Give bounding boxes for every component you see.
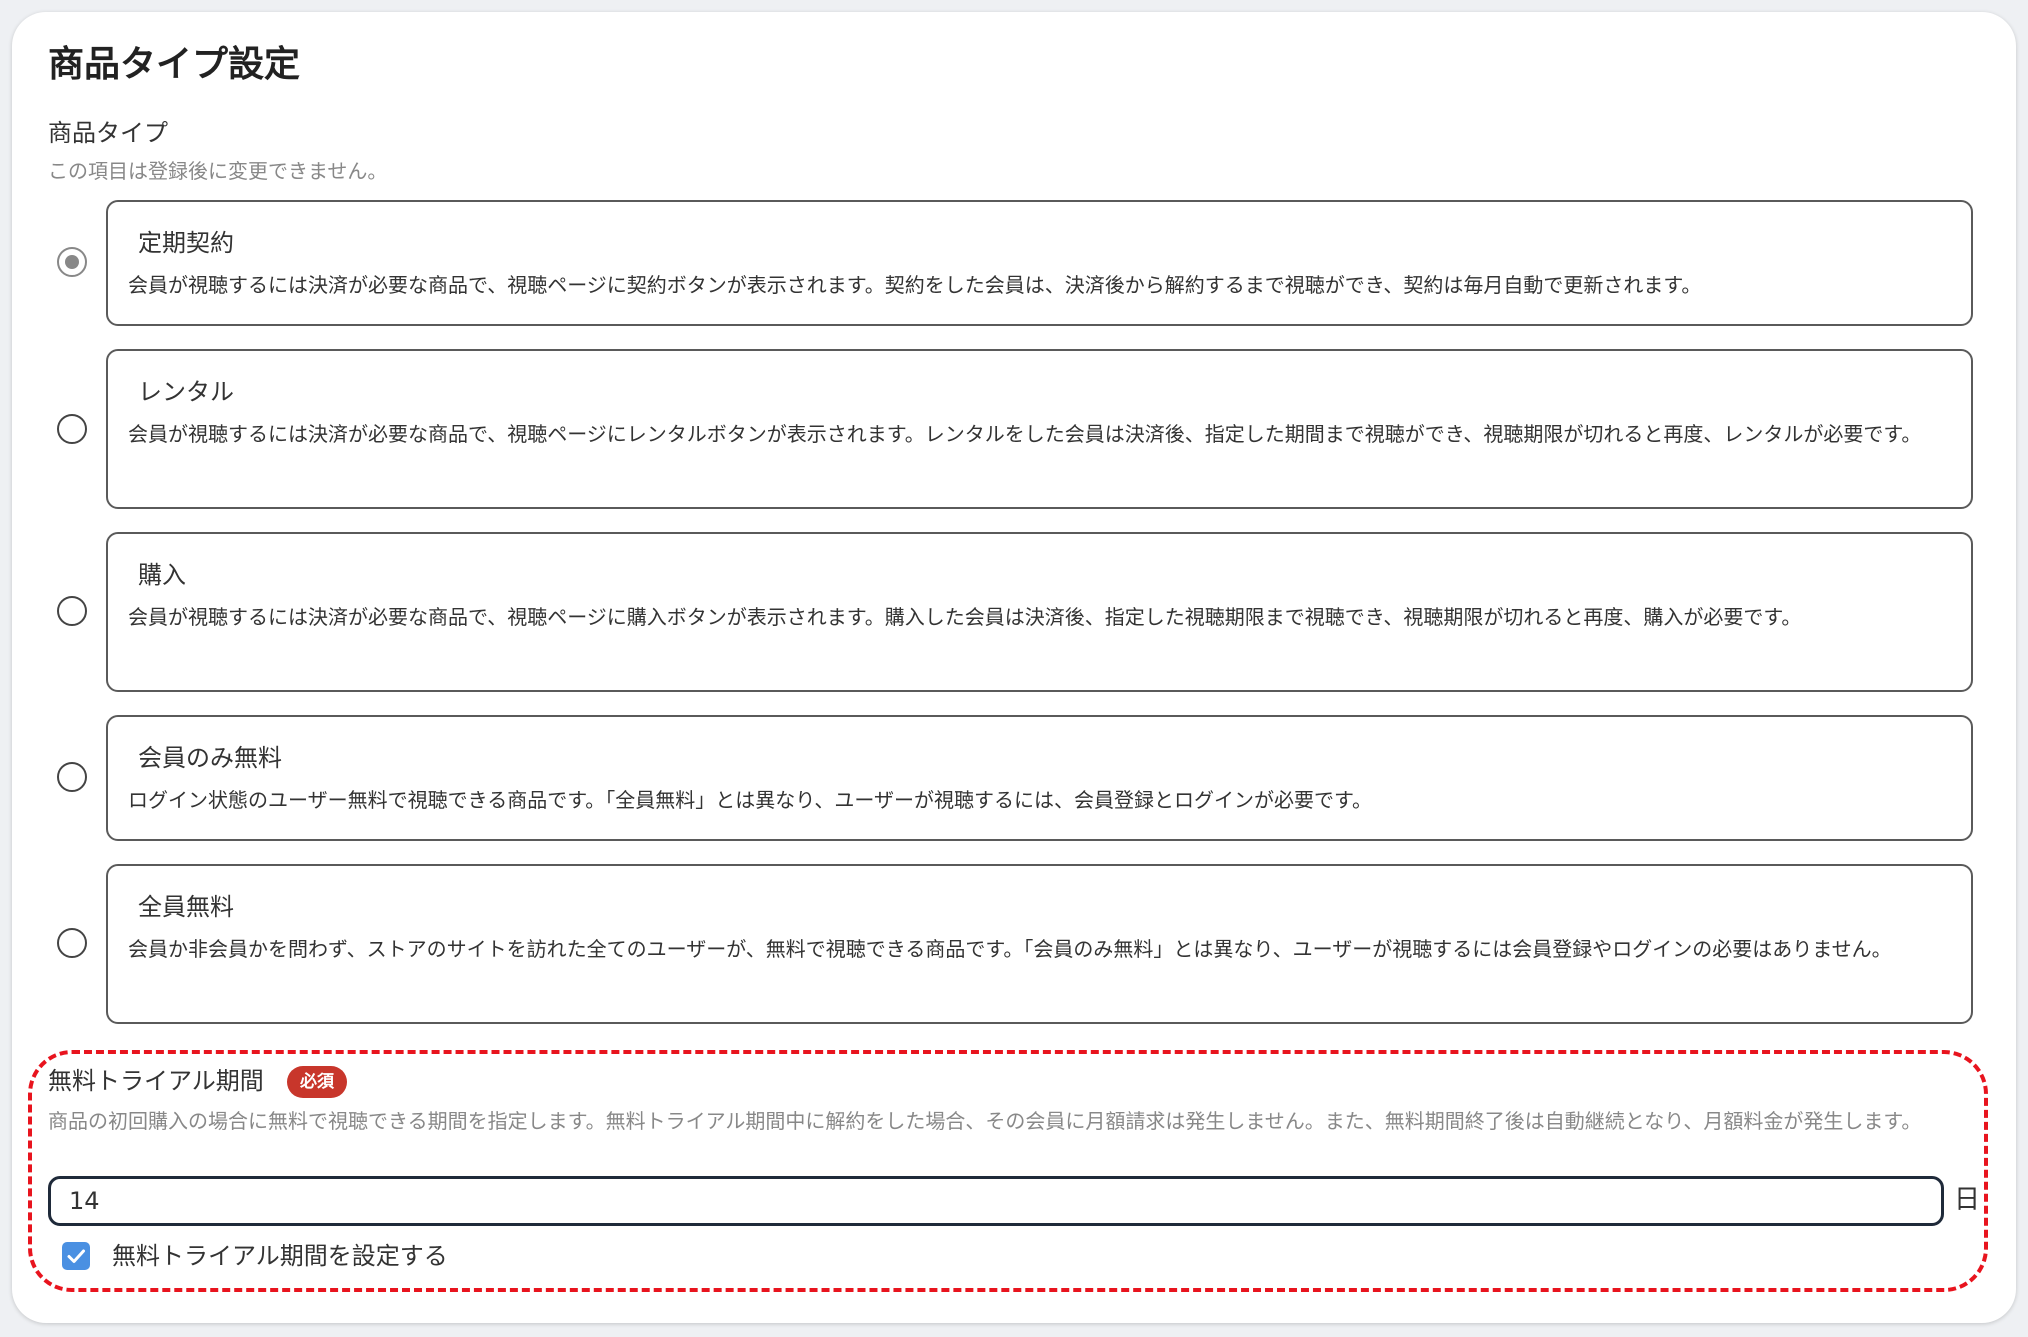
option-card-purchase[interactable]: 購入 会員が視聴するには決済が必要な商品で、視聴ページに購入ボタンが表示されます… xyxy=(106,532,1973,692)
option-desc-purchase: 会員が視聴するには決済が必要な商品で、視聴ページに購入ボタンが表示されます。購入… xyxy=(128,605,1802,629)
option-desc-all-free: 会員か非会員かを問わず、ストアのサイトを訪れた全てのユーザーが、無料で視聴できる… xyxy=(128,937,1892,961)
option-card-rental[interactable]: レンタル 会員が視聴するには決済が必要な商品で、視聴ページにレンタルボタンが表示… xyxy=(106,349,1973,509)
trial-enable-checkbox[interactable] xyxy=(62,1242,90,1270)
option-title-all-free: 全員無料 xyxy=(138,893,234,921)
radio-subscription[interactable] xyxy=(57,247,87,277)
option-title-members-free: 会員のみ無料 xyxy=(138,744,282,772)
option-title-subscription: 定期契約 xyxy=(138,229,234,257)
option-title-rental: レンタル xyxy=(138,378,234,406)
product-type-label: 商品タイプ xyxy=(48,119,168,147)
trial-period-description: 商品の初回購入の場合に無料で視聴できる期間を指定します。無料トライアル期間中に解… xyxy=(48,1109,1922,1133)
trial-days-unit: 日 xyxy=(1954,1185,1981,1215)
page-title: 商品タイプ設定 xyxy=(48,44,301,85)
product-type-note: この項目は登録後に変更できません。 xyxy=(48,159,388,183)
option-desc-members-free: ログイン状態のユーザー無料で視聴できる商品です。「全員無料」とは異なり、ユーザー… xyxy=(128,788,1372,812)
required-badge: 必須 xyxy=(287,1066,347,1098)
checkmark-icon xyxy=(67,1249,85,1263)
trial-period-label: 無料トライアル期間 xyxy=(48,1067,264,1095)
option-title-purchase: 購入 xyxy=(138,561,186,589)
option-card-all-free[interactable]: 全員無料 会員か非会員かを問わず、ストアのサイトを訪れた全てのユーザーが、無料で… xyxy=(106,864,1973,1024)
radio-rental[interactable] xyxy=(57,414,87,444)
radio-all-free[interactable] xyxy=(57,928,87,958)
option-desc-rental: 会員が視聴するには決済が必要な商品で、視聴ページにレンタルボタンが表示されます。… xyxy=(128,422,1922,446)
option-desc-subscription: 会員が視聴するには決済が必要な商品で、視聴ページに契約ボタンが表示されます。契約… xyxy=(128,273,1702,297)
radio-purchase[interactable] xyxy=(57,596,87,626)
trial-days-input[interactable] xyxy=(48,1176,1944,1226)
option-card-members-free[interactable]: 会員のみ無料 ログイン状態のユーザー無料で視聴できる商品です。「全員無料」とは異… xyxy=(106,715,1973,841)
trial-enable-checkbox-label[interactable]: 無料トライアル期間を設定する xyxy=(112,1236,448,1276)
radio-members-free[interactable] xyxy=(57,762,87,792)
option-card-subscription[interactable]: 定期契約 会員が視聴するには決済が必要な商品で、視聴ページに契約ボタンが表示され… xyxy=(106,200,1973,326)
